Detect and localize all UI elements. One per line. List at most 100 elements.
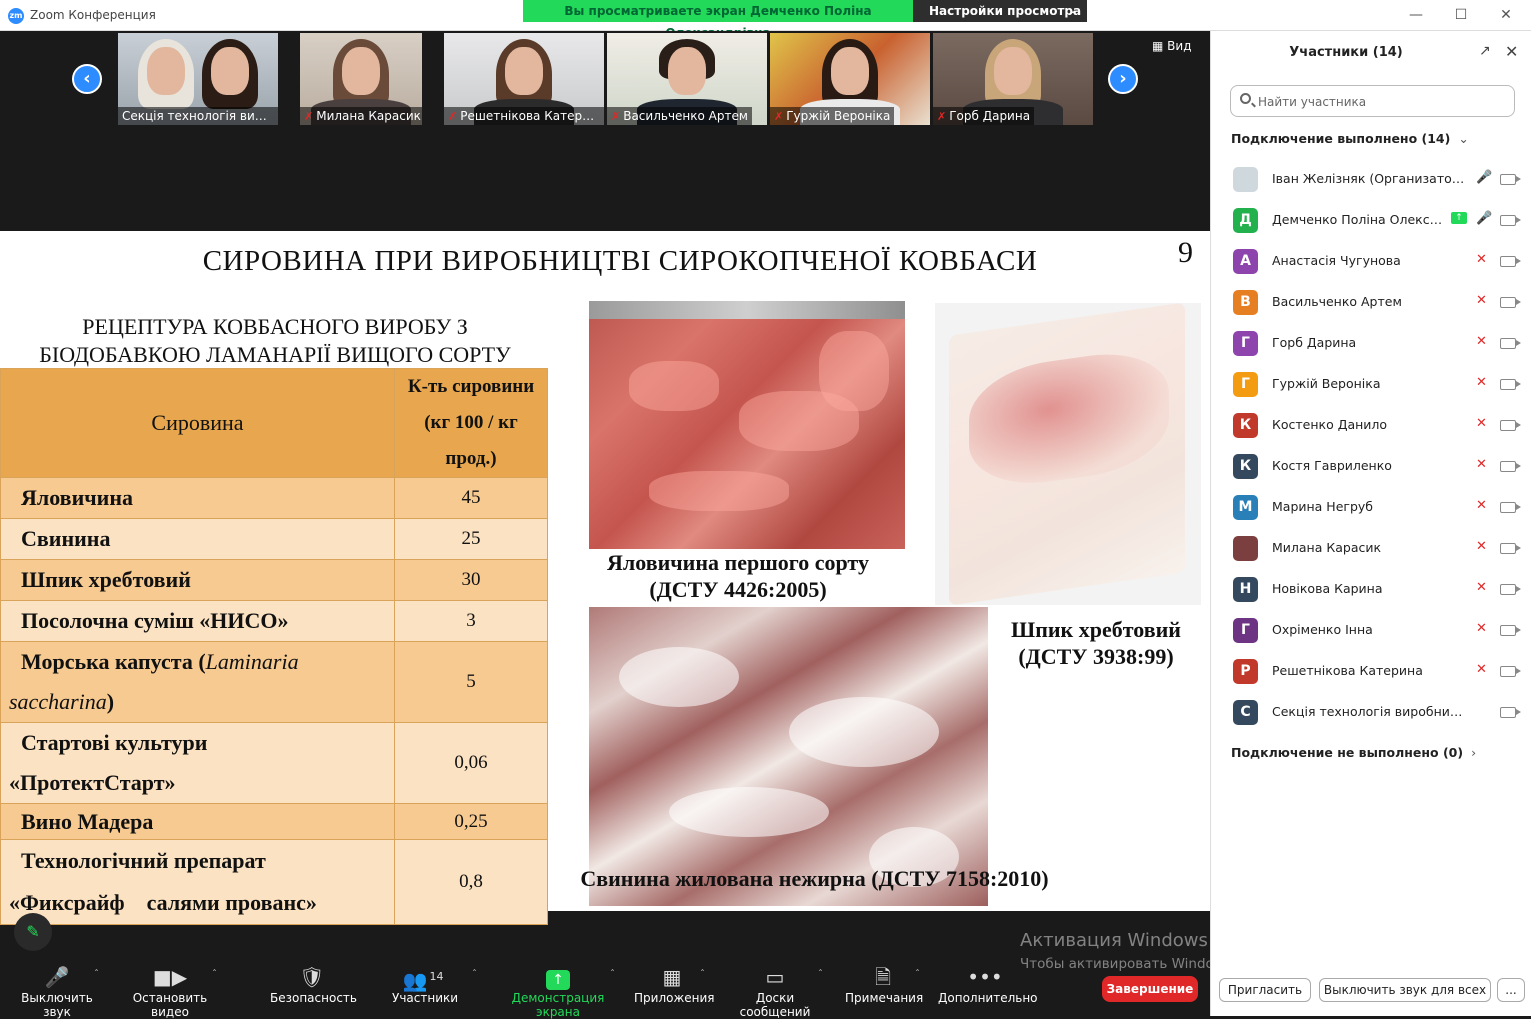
mic-off-icon[interactable]: ✕ [1476,457,1487,472]
video-off-icon[interactable] [1500,338,1521,349]
participant-name: Секція технологія виробництва про... [1272,704,1468,719]
mute-all-button[interactable]: Выключить звук для всех [1319,978,1491,1002]
window-title: Zoom Конференция [30,8,156,22]
avatar [1233,167,1258,192]
participants-button[interactable]: 👥 14 Участники ˆ [392,963,477,1005]
video-off-icon[interactable] [1500,543,1521,554]
material-text: Технологічний препарат [21,848,266,873]
video-tile[interactable]: ✗ Решетнікова Катерина [444,33,604,125]
chevron-up-icon[interactable]: ˆ [915,969,920,980]
mic-off-icon[interactable]: ✕ [1476,580,1487,595]
search-input[interactable] [1258,92,1508,112]
participant-row[interactable]: К Костенко Данило ✕ [1211,405,1531,446]
more-button[interactable]: ••• Дополнительно [938,963,1038,1005]
connected-label: Подключение выполнено (14) [1231,131,1451,146]
participant-row[interactable]: Милана Карасик ✕ [1211,528,1531,569]
maximize-button[interactable]: ☐ [1450,4,1472,26]
chevron-up-icon[interactable]: ˆ [94,969,99,980]
participant-row[interactable]: М Марина Негруб ✕ [1211,487,1531,528]
mic-off-icon[interactable]: ✕ [1476,498,1487,513]
video-off-icon[interactable] [1500,215,1521,226]
column-header-line: К-ть сировини [407,376,535,397]
security-button[interactable]: 🛡 Безопасность [270,963,357,1005]
microphone-icon[interactable]: 🎤 [1476,211,1492,226]
participant-row[interactable]: Г Гуржій Вероніка ✕ [1211,364,1531,405]
connected-section-header[interactable]: Подключение выполнено (14) ⌄ [1231,131,1469,146]
apps-button[interactable]: ▦ Приложения ˆ [634,963,715,1005]
not-connected-section-header[interactable]: Подключение не выполнено (0) › [1231,745,1476,760]
video-off-icon[interactable] [1500,707,1521,718]
mic-off-icon[interactable]: ✕ [1476,621,1487,636]
whiteboard-icon: ▭ [765,965,785,989]
security-label: Безопасность [270,991,357,1005]
video-off-icon[interactable] [1500,625,1521,636]
caption-line: Шпик хребтовий [1011,617,1181,642]
table-cell-quantity: 30 [394,559,548,601]
slide-title: СИРОВИНА ПРИ ВИРОБНИЦТВІ СИРОКОПЧЕНОЇ КО… [202,245,1038,277]
mic-off-icon[interactable]: ✕ [1476,416,1487,431]
video-tile[interactable]: Секція технологія виро... [118,33,278,125]
video-tile[interactable]: ✗ Гуржій Вероніка [770,33,930,125]
end-meeting-button[interactable]: Завершение [1102,976,1198,1002]
minimize-button[interactable]: — [1405,4,1427,26]
video-off-icon[interactable] [1500,174,1521,185]
participant-row[interactable]: С Секція технологія виробництва про... [1211,692,1531,733]
more-options-button[interactable]: ... [1497,978,1525,1002]
chevron-right-icon: › [1471,745,1477,760]
mic-off-icon[interactable]: ✕ [1476,539,1487,554]
video-tile[interactable]: ✗ Горб Дарина [933,33,1093,125]
chevron-up-icon[interactable]: ˆ [472,969,477,980]
invite-button[interactable]: Пригласить [1219,978,1311,1002]
popout-icon[interactable]: ↗ [1479,43,1491,59]
close-panel-icon[interactable]: ✕ [1505,42,1518,61]
participant-row[interactable]: Іван Желізняк (Организатор, я) 🎤 [1211,159,1531,200]
mic-off-icon[interactable]: ✕ [1476,293,1487,308]
chevron-up-icon[interactable]: ˆ [212,969,217,980]
mic-off-icon[interactable]: ✕ [1476,252,1487,267]
mic-off-icon[interactable]: ✕ [1476,662,1487,677]
avatar: С [1233,700,1258,725]
participant-row[interactable]: Г Охріменко Інна ✕ [1211,610,1531,651]
mute-button[interactable]: 🎤 Выключить звук ˆ [10,963,104,1019]
video-off-icon[interactable] [1500,420,1521,431]
participant-row[interactable]: К Костя Гавриленко ✕ [1211,446,1531,487]
participant-row[interactable]: Н Новікова Карина ✕ [1211,569,1531,610]
notes-button[interactable]: 🗎 Примечания ˆ [845,963,923,1005]
chevron-up-icon[interactable]: ˆ [700,969,705,980]
participant-row[interactable]: А Анастасія Чугунова ✕ [1211,241,1531,282]
material-latin-text: saccharina [9,689,107,714]
video-tile[interactable]: ✗ Милана Карасик [300,33,422,125]
close-window-button[interactable]: ✕ [1495,4,1517,26]
participants-panel: Участники (14) ↗ ✕ Подключение выполнено… [1210,31,1531,1016]
video-off-icon[interactable] [1500,379,1521,390]
annotate-pen-button[interactable]: ✎ [14,913,52,951]
microphone-icon[interactable]: 🎤 [1476,170,1492,185]
video-off-icon[interactable] [1500,584,1521,595]
video-off-icon[interactable] [1500,666,1521,677]
mic-off-icon[interactable]: ✕ [1476,375,1487,390]
avatar: Р [1233,659,1258,684]
view-button[interactable]: ▦ Вид [1152,39,1192,53]
avatar: Г [1233,372,1258,397]
participant-search[interactable] [1230,85,1515,117]
participant-row[interactable]: Р Решетнікова Катерина ✕ [1211,651,1531,692]
video-off-icon[interactable] [1500,297,1521,308]
view-settings-button[interactable]: Настройки просмотра ⌄ [913,0,1087,22]
share-screen-button[interactable]: ↑ Демонстрация экрана ˆ [494,963,622,1019]
participant-row[interactable]: Д Демченко Поліна Олексан... ↑ 🎤 [1211,200,1531,241]
video-tile[interactable]: ✗ Васильченко Артем [607,33,767,125]
participant-row[interactable]: Г Горб Дарина ✕ [1211,323,1531,364]
video-off-icon[interactable] [1500,461,1521,472]
participant-row[interactable]: В Васильченко Артем ✕ [1211,282,1531,323]
gallery-prev-button[interactable]: ‹ [72,64,102,94]
participant-name: Костенко Данило [1272,417,1388,432]
whiteboards-button[interactable]: ▭ Доски сообщений ˆ [722,963,828,1019]
video-off-icon[interactable] [1500,502,1521,513]
chevron-up-icon[interactable]: ˆ [610,969,615,980]
stop-video-button[interactable]: ■▶ Остановить видео ˆ [118,963,222,1019]
material-text: ) [106,689,115,714]
gallery-next-button[interactable]: › [1108,64,1138,94]
video-off-icon[interactable] [1500,256,1521,267]
chevron-up-icon[interactable]: ˆ [818,969,823,980]
mic-off-icon[interactable]: ✕ [1476,334,1487,349]
